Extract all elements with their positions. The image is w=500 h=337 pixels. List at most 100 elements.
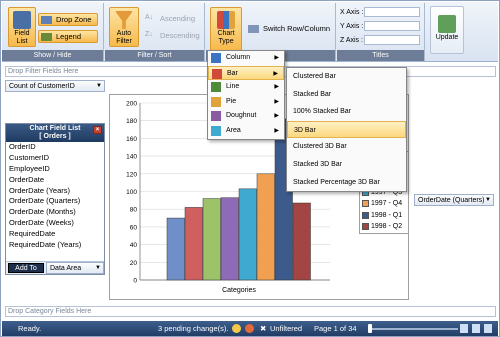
auto-filter-button[interactable]: Auto Filter: [109, 7, 139, 47]
field-list-button[interactable]: Field List: [8, 7, 36, 47]
sort-ascending-icon: A↓: [145, 14, 154, 21]
field-list-item[interactable]: RequiredDate (Years): [6, 240, 104, 251]
y-axis-label: Y Axis :: [340, 23, 364, 30]
chart-type-menu-item-line[interactable]: Line ▶: [208, 80, 284, 95]
close-icon[interactable]: ×: [93, 126, 102, 134]
drop-category-zone[interactable]: Drop Category Fields Here: [5, 306, 496, 317]
layout-view-icon[interactable]: [472, 324, 480, 333]
bar-1998-q2[interactable]: [292, 202, 311, 281]
chart-type-button[interactable]: Chart Type: [210, 7, 242, 51]
legend-label: 1997 - Q4: [371, 200, 403, 207]
sort-descending-button[interactable]: Z↓ Descending: [143, 30, 203, 43]
bar-submenu-item[interactable]: Clustered 3D Bar: [287, 138, 406, 156]
bar-submenu-item[interactable]: 100% Stacked Bar: [287, 103, 406, 121]
y-tick-label: 160: [126, 136, 137, 143]
bar-1997-q3[interactable]: [238, 188, 257, 281]
status-bar: Ready. 3 pending change(s). ✖ Unfiltered…: [2, 321, 498, 336]
area-chart-icon: [211, 125, 221, 136]
zoom-slider[interactable]: [368, 328, 458, 330]
bar-1997-q1[interactable]: [202, 198, 221, 281]
field-list-header: Chart Field List [ Orders ] ×: [6, 124, 104, 142]
chart-type-icon: [217, 11, 235, 29]
sort-ascending-label: Ascending: [160, 14, 196, 23]
y-tick-label: 200: [126, 101, 137, 108]
field-list-item[interactable]: OrderID: [6, 142, 104, 153]
zoom-icon[interactable]: [484, 324, 492, 333]
normal-view-icon[interactable]: [460, 324, 468, 333]
update-icon: [438, 15, 456, 33]
chart-type-menu-item-pie[interactable]: Pie ▶: [208, 95, 284, 110]
legend-label: Legend: [56, 32, 82, 41]
bar-submenu-item[interactable]: Stacked Bar: [287, 86, 406, 104]
data-field-label: Count of CustomerID: [9, 83, 75, 90]
z-axis-title-input[interactable]: [364, 35, 420, 45]
drop-zone-icon: [41, 16, 52, 24]
legend-button[interactable]: Legend: [38, 30, 98, 43]
status-pending: 3 pending change(s).: [158, 324, 229, 333]
y-axis-title-input[interactable]: [364, 21, 420, 31]
field-list-item[interactable]: EmployeeID: [6, 164, 104, 175]
y-tick-label: 40: [130, 242, 138, 249]
field-list-item[interactable]: CustomerID: [6, 153, 104, 164]
refresh-icon[interactable]: [245, 324, 254, 333]
zoom-slider-handle[interactable]: [368, 324, 372, 333]
legend-swatch: [362, 200, 369, 207]
bar-1996-q4[interactable]: [184, 207, 203, 281]
chevron-down-icon: ▼: [96, 83, 102, 89]
z-axis-label: Z Axis :: [340, 37, 363, 44]
series-field-label: OrderDate (Quarters): [418, 197, 485, 204]
x-axis-title-input[interactable]: [364, 7, 420, 17]
chart-type-menu-item-area[interactable]: Area ▶: [208, 124, 284, 139]
chevron-down-icon: ▼: [485, 197, 491, 203]
switch-row-column-button[interactable]: Switch Row/Column: [246, 23, 334, 36]
field-list-item[interactable]: RequiredDate: [6, 229, 104, 240]
menu-item-label: Doughnut: [226, 112, 257, 120]
drop-zone-button[interactable]: Drop Zone: [38, 13, 98, 26]
bar-submenu: Clustered Bar Stacked Bar 100% Stacked Bar…: [286, 67, 407, 193]
filter-sort-group-label: Filter / Sort: [105, 50, 204, 61]
bar-1997-q2[interactable]: [220, 197, 239, 281]
sort-descending-label: Descending: [160, 31, 200, 40]
chart-type-menu-item-bar[interactable]: Bar ▶: [208, 65, 284, 81]
chart-type-menu: Column ▶ Bar ▶ Line ▶ Pie ▶ Doughnut ▶ Area ▶: [207, 50, 285, 140]
legend-swatch: [362, 211, 369, 219]
y-tick-label: 140: [126, 154, 137, 161]
chevron-right-icon: ▶: [274, 98, 279, 105]
field-list-item[interactable]: OrderDate (Years): [6, 186, 104, 197]
update-label: Update: [435, 34, 459, 41]
bar-1996-q3[interactable]: [166, 217, 185, 281]
menu-item-label: Bar: [227, 69, 238, 77]
chevron-right-icon: ▶: [273, 70, 278, 77]
legend-item: 1997 - Q4: [360, 198, 408, 210]
field-list-item[interactable]: OrderDate (Weeks): [6, 218, 104, 229]
field-list-item[interactable]: OrderDate: [6, 175, 104, 186]
bar-submenu-item[interactable]: Clustered Bar: [287, 68, 406, 86]
funnel-icon: [115, 11, 133, 29]
area-dropdown[interactable]: Data Area ▼: [46, 262, 104, 274]
sort-ascending-button[interactable]: A↓ Ascending: [143, 13, 203, 26]
field-list-item[interactable]: OrderDate (Months): [6, 207, 104, 218]
chart-type-menu-item-column[interactable]: Column ▶: [208, 51, 284, 66]
bar-submenu-item[interactable]: Stacked Percentage 3D Bar: [287, 174, 406, 192]
status-page: Page 1 of 34: [314, 324, 357, 333]
auto-filter-label: Auto Filter: [116, 30, 132, 45]
bar-1997-q4[interactable]: [256, 173, 275, 281]
add-to-button[interactable]: Add To: [8, 263, 44, 273]
show-hide-group-label: Show / Hide: [2, 50, 103, 61]
data-field-dropdown[interactable]: Count of CustomerID ▼: [5, 80, 105, 92]
bar-submenu-item[interactable]: Stacked 3D Bar: [287, 156, 406, 174]
legend-item: 1998 - Q2: [360, 221, 408, 233]
series-field-dropdown[interactable]: OrderDate (Quarters) ▼: [414, 194, 494, 206]
field-list-item[interactable]: OrderDate (Quarters): [6, 196, 104, 207]
chart-type-menu-item-doughnut[interactable]: Doughnut ▶: [208, 109, 284, 124]
menu-item-label: Line: [226, 83, 240, 91]
bar-submenu-item[interactable]: 3D Bar: [287, 120, 406, 139]
field-list-subtitle: [ Orders ]: [39, 133, 71, 140]
z-axis-row: Z Axis :: [340, 35, 420, 46]
update-button[interactable]: Update: [430, 6, 464, 54]
menu-item-label: Pie: [226, 97, 237, 105]
chevron-down-icon: ▼: [95, 265, 101, 271]
chevron-right-icon: ▶: [274, 84, 279, 91]
pie-chart-icon: [211, 96, 221, 107]
doughnut-chart-icon: [211, 111, 221, 122]
